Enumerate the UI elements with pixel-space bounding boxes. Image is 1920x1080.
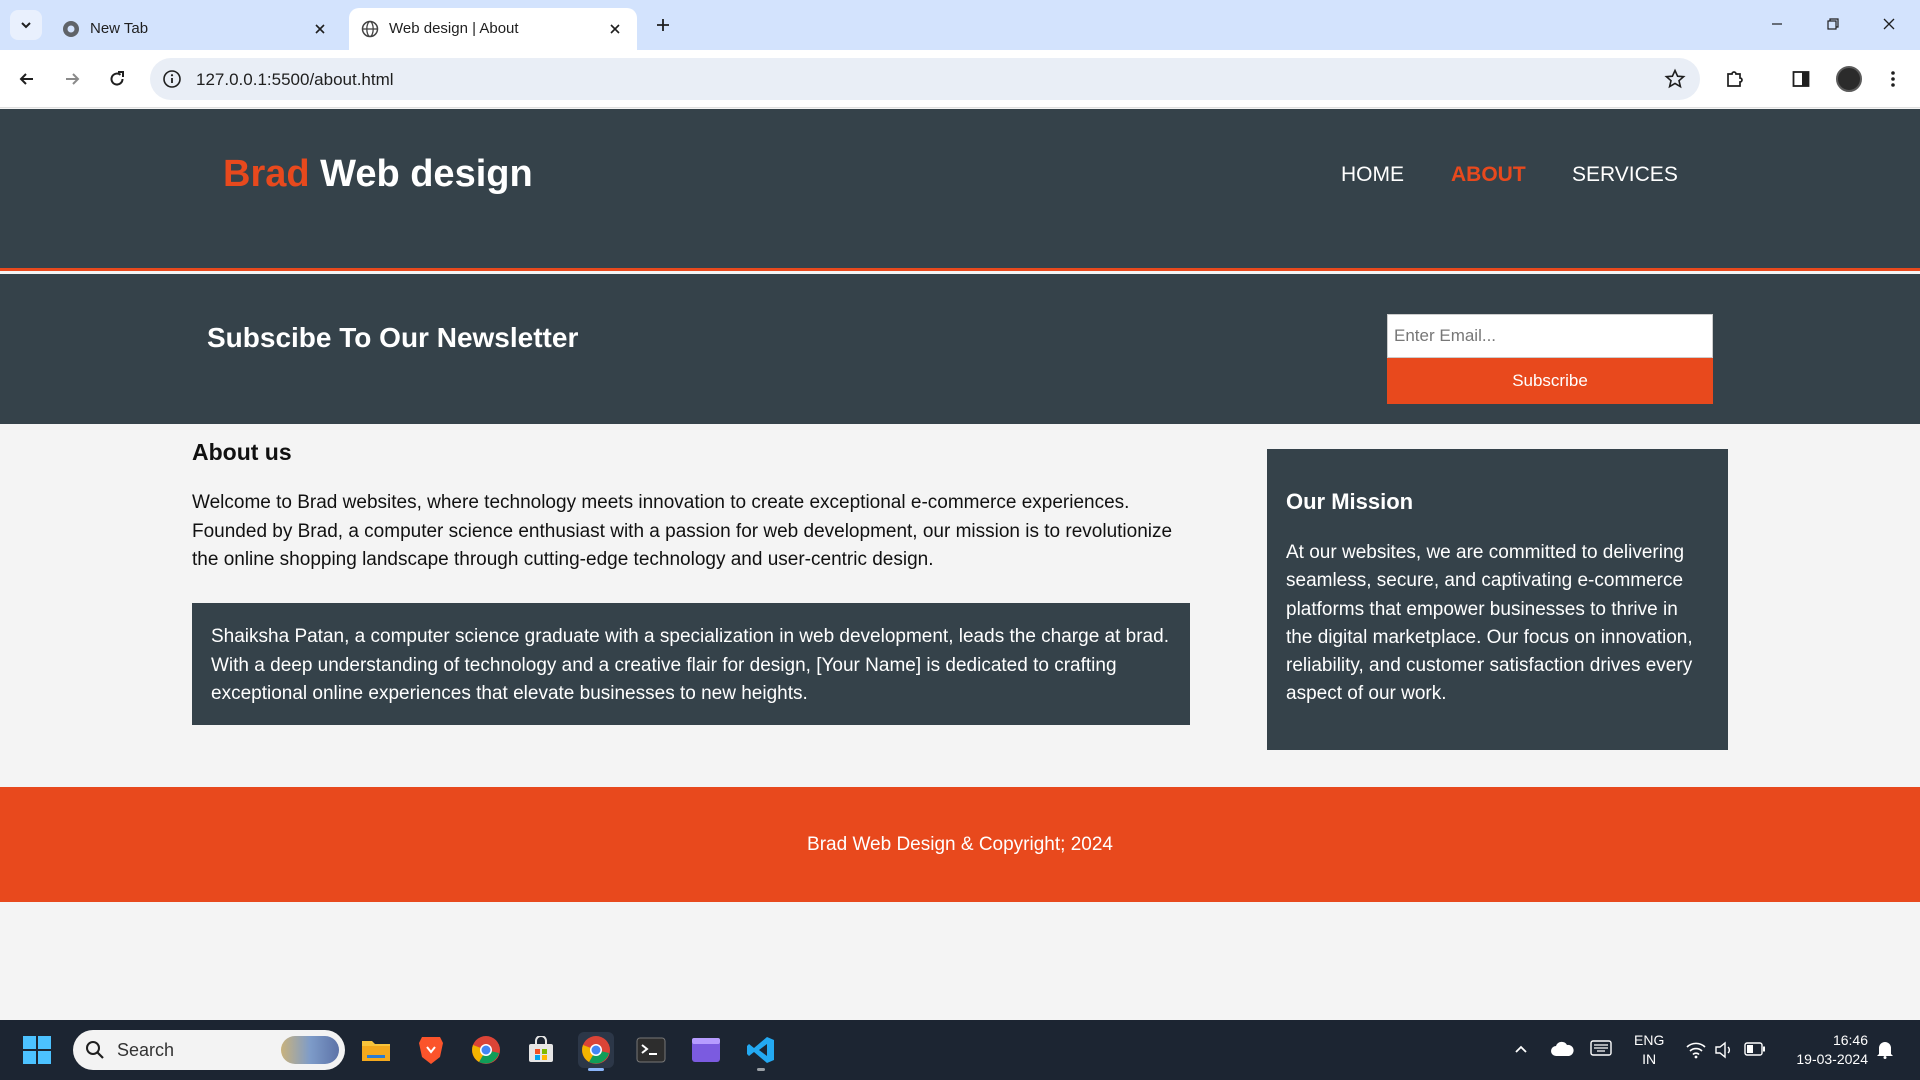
site-logo[interactable]: Brad Web design (223, 153, 533, 196)
keyboard-icon[interactable] (1590, 1040, 1612, 1056)
newsletter-section: Subscibe To Our Newsletter Subscribe (0, 274, 1920, 424)
search-highlight-image (281, 1036, 339, 1064)
footer-text: Brad Web Design & Copyright; 2024 (807, 834, 1113, 855)
chrome-profile-app[interactable] (578, 1032, 614, 1071)
brand-rest: Web design (309, 153, 533, 195)
taskbar-search[interactable]: Search (73, 1030, 345, 1070)
battery-icon[interactable] (1744, 1042, 1766, 1056)
minimize-button[interactable] (1754, 8, 1800, 40)
browser-toolbar: 127.0.0.1:5500/about.html (0, 50, 1920, 108)
extensions-button[interactable] (1720, 64, 1750, 94)
clock-time: 16:46 (1832, 1032, 1868, 1048)
notification-bell-icon[interactable] (1876, 1039, 1894, 1059)
founder-bio-box: Shaiksha Patan, a computer science gradu… (192, 603, 1190, 725)
tab-new-tab[interactable]: New Tab (50, 8, 342, 50)
site-footer: Brad Web Design & Copyright; 2024 (0, 787, 1920, 902)
site-info-icon[interactable] (162, 69, 182, 89)
tab-search-button[interactable] (10, 10, 42, 40)
globe-icon (361, 20, 379, 38)
language-indicator[interactable]: ENG IN (1634, 1031, 1664, 1069)
menu-button[interactable] (1878, 64, 1908, 94)
video-editor-icon (692, 1038, 720, 1062)
language-code: ENG (1634, 1032, 1665, 1048)
active-indicator (588, 1068, 604, 1071)
mission-text: At our websites, we are committed to del… (1286, 542, 1693, 705)
web-page: Brad Web design HOME ABOUT SERVICES Subs… (0, 109, 1920, 1021)
tab-web-design-about[interactable]: Web design | About (349, 8, 637, 50)
reload-button[interactable] (102, 64, 132, 94)
chevron-up-icon[interactable] (1513, 1042, 1529, 1056)
arrow-right-icon (66, 73, 80, 85)
brave-app[interactable] (413, 1032, 449, 1068)
window-close-button[interactable] (1866, 8, 1912, 40)
restore-icon (1827, 18, 1839, 30)
new-tab-button[interactable] (650, 12, 676, 38)
chrome-app[interactable] (468, 1032, 504, 1068)
newsletter-heading: Subscibe To Our Newsletter (207, 322, 579, 353)
plus-icon (657, 19, 669, 31)
running-indicator (757, 1068, 765, 1071)
nav-services[interactable]: SERVICES (1572, 163, 1678, 187)
chrome-icon (63, 21, 79, 37)
windows-start-icon[interactable] (22, 1035, 52, 1065)
nav-home[interactable]: HOME (1341, 163, 1404, 187)
puzzle-icon (1727, 71, 1743, 87)
chevron-down-icon (21, 22, 31, 29)
back-button[interactable] (12, 64, 42, 94)
system-clock[interactable]: 16:46 19-03-2024 (1780, 1031, 1868, 1069)
browser-tab-bar: New Tab Web design | About (0, 0, 1920, 50)
about-intro: Welcome to Brad websites, where technolo… (192, 492, 1173, 570)
tab-title: Web design | About (389, 20, 519, 37)
email-input[interactable] (1387, 314, 1713, 358)
subscribe-button[interactable]: Subscribe (1387, 358, 1713, 404)
side-panel-icon (1792, 71, 1810, 87)
forward-button[interactable] (57, 64, 87, 94)
vscode-app[interactable] (743, 1032, 779, 1071)
about-heading: About us (192, 439, 292, 465)
close-icon (1883, 18, 1895, 30)
wifi-icon[interactable] (1685, 1041, 1707, 1059)
minimize-icon (1772, 23, 1782, 25)
profile-avatar[interactable] (1836, 66, 1862, 92)
search-icon (86, 1041, 104, 1059)
search-placeholder: Search (117, 1040, 175, 1060)
nav-about[interactable]: ABOUT (1451, 163, 1526, 187)
side-panel-button[interactable] (1786, 64, 1816, 94)
mission-heading: Our Mission (1286, 489, 1414, 514)
store-bag-icon (529, 1036, 553, 1062)
store-app[interactable] (523, 1032, 559, 1068)
restore-button[interactable] (1810, 8, 1856, 40)
file-explorer-app[interactable] (358, 1032, 394, 1068)
close-icon[interactable] (603, 17, 627, 41)
bookmark-star-icon[interactable] (1664, 68, 1686, 90)
vscode-icon (747, 1037, 774, 1063)
onedrive-cloud-icon[interactable] (1550, 1040, 1574, 1058)
arrow-left-icon (19, 73, 33, 85)
clock-date: 19-03-2024 (1796, 1051, 1868, 1067)
tab-title: New Tab (90, 20, 149, 37)
folder-icon (362, 1041, 390, 1061)
url-text[interactable]: 127.0.0.1:5500/about.html (196, 70, 394, 90)
region-code: IN (1642, 1051, 1657, 1067)
address-bar[interactable]: 127.0.0.1:5500/about.html (150, 58, 1700, 100)
founder-bio: Shaiksha Patan, a computer science gradu… (211, 626, 1169, 704)
chrome-icon (582, 1036, 610, 1064)
brave-lion-icon (419, 1037, 443, 1064)
volume-icon[interactable] (1714, 1041, 1734, 1059)
brand-highlight: Brad (223, 153, 310, 195)
chrome-icon (472, 1036, 500, 1064)
terminal-app[interactable] (633, 1032, 669, 1068)
site-header: Brad Web design HOME ABOUT SERVICES (0, 109, 1920, 271)
taskbar: Search ENG IN 16:46 19-03-2024 (0, 1020, 1920, 1080)
close-icon[interactable] (308, 17, 332, 41)
more-vertical-icon (1891, 71, 1895, 87)
reload-icon (110, 71, 124, 86)
terminal-icon (636, 1037, 666, 1063)
clipchamp-app[interactable] (688, 1032, 724, 1068)
mission-sidebar: Our Mission At our websites, we are comm… (1267, 449, 1728, 750)
